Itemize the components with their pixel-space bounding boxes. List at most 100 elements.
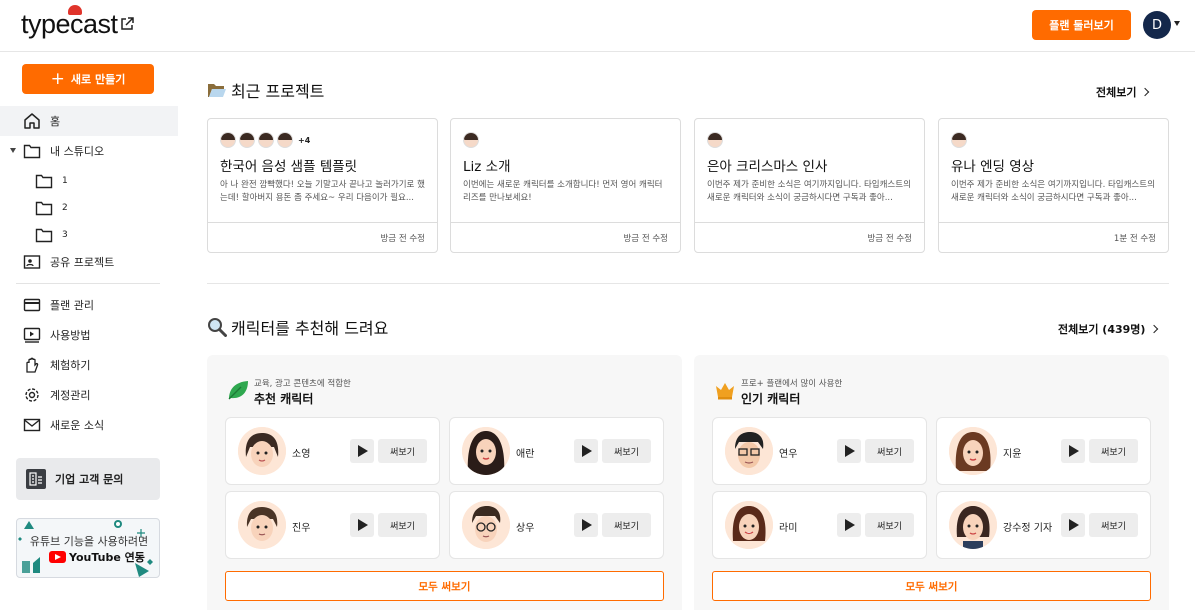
sidebar-item-account[interactable]: 계정관리 bbox=[0, 380, 178, 410]
character-card[interactable]: 연우 써보기 bbox=[712, 417, 927, 485]
project-title: 유나 엔딩 영상 bbox=[951, 159, 1035, 175]
project-card[interactable]: Liz 소개 이번에는 새로운 캐릭터를 소개합니다! 먼저 영어 캐릭터 리즈… bbox=[450, 118, 681, 253]
project-description: 이번에는 새로운 캐릭터를 소개합니다! 먼저 영어 캐릭터 리즈를 만나보세요… bbox=[463, 180, 663, 203]
project-title: Liz 소개 bbox=[463, 159, 511, 175]
character-view-all-link[interactable]: 전체보기 (439명) bbox=[1058, 321, 1159, 337]
character-name: 연우 bbox=[779, 449, 798, 460]
project-card[interactable]: +4 한국어 음성 샘플 템플릿 아 나 완전 깜빡했다! 오늘 기말고사 끝나… bbox=[207, 118, 438, 253]
sidebar-item-shared[interactable]: 공유 프로젝트 bbox=[0, 247, 178, 277]
try-character-button[interactable]: 써보기 bbox=[865, 439, 914, 463]
project-card-footer: 방금 전 수정 bbox=[451, 222, 680, 253]
typecast-logo[interactable]: typecast bbox=[21, 5, 118, 40]
panel-title: 추천 캐릭터 bbox=[254, 392, 314, 406]
panel-title: 인기 캐릭터 bbox=[741, 392, 801, 406]
plan-explore-button[interactable]: 플랜 둘러보기 bbox=[1032, 10, 1131, 40]
project-card[interactable]: 유나 엔딩 영상 이번주 제가 준비한 소식은 여기까지입니다. 타입캐스트의 … bbox=[938, 118, 1169, 253]
try-character-button[interactable]: 써보기 bbox=[378, 513, 427, 537]
magnifier-icon bbox=[208, 318, 227, 337]
play-preview-button[interactable] bbox=[350, 513, 374, 537]
character-card[interactable]: 상우 써보기 bbox=[449, 491, 664, 559]
recent-title-text: 최근 프로젝트 bbox=[231, 82, 325, 101]
sidebar-item-label: 홈 bbox=[50, 115, 61, 128]
character-card[interactable]: 진우 써보기 bbox=[225, 491, 440, 559]
project-title: 은아 크리스마스 인사 bbox=[707, 159, 828, 175]
character-face-icon bbox=[463, 132, 479, 148]
play-preview-button[interactable] bbox=[574, 513, 598, 537]
try-character-button[interactable]: 써보기 bbox=[1089, 513, 1138, 537]
youtube-connect-row: YouTube 연동 bbox=[49, 549, 145, 565]
character-avatar-icon bbox=[949, 501, 997, 549]
play-preview-button[interactable] bbox=[837, 513, 861, 537]
try-character-button[interactable]: 써보기 bbox=[1089, 439, 1138, 463]
character-card[interactable]: 애란 써보기 bbox=[449, 417, 664, 485]
character-face-icon bbox=[277, 132, 293, 148]
character-avatar-icon bbox=[725, 427, 773, 475]
try-character-button[interactable]: 써보기 bbox=[865, 513, 914, 537]
character-card[interactable]: 소영 써보기 bbox=[225, 417, 440, 485]
project-card-footer: 방금 전 수정 bbox=[695, 222, 924, 253]
project-card[interactable]: 은아 크리스마스 인사 이번주 제가 준비한 소식은 여기까지입니다. 타입캐스… bbox=[694, 118, 925, 253]
try-all-popular-button[interactable]: 모두 써보기 bbox=[712, 571, 1151, 601]
avatar-caret-icon[interactable] bbox=[1174, 21, 1180, 26]
leaf-icon bbox=[228, 381, 248, 400]
youtube-connect-label: YouTube 연동 bbox=[69, 551, 145, 564]
character-faces bbox=[707, 132, 723, 148]
caret-down-icon[interactable] bbox=[10, 148, 16, 153]
character-card[interactable]: 지윤 써보기 bbox=[936, 417, 1151, 485]
sidebar-item-home[interactable]: 홈 bbox=[0, 106, 178, 136]
top-header: typecast 플랜 둘러보기 D bbox=[0, 0, 1195, 52]
sidebar-folder-1[interactable]: 1 bbox=[0, 166, 178, 196]
sidebar-item-label: 내 스튜디오 bbox=[50, 145, 105, 158]
character-faces bbox=[951, 132, 967, 148]
user-avatar[interactable]: D bbox=[1143, 11, 1171, 39]
external-link-icon[interactable] bbox=[120, 17, 134, 31]
sidebar-item-howto[interactable]: 사용방법 bbox=[0, 320, 178, 350]
recent-view-all-link[interactable]: 전체보기 bbox=[1096, 84, 1150, 100]
sidebar-item-trial[interactable]: 체험하기 bbox=[0, 350, 178, 380]
sidebar-item-my-studio[interactable]: 내 스튜디오 bbox=[0, 136, 178, 166]
view-all-label: 전체보기 bbox=[1096, 86, 1137, 99]
character-faces: +4 bbox=[220, 132, 310, 148]
project-modified-time: 방금 전 수정 bbox=[867, 234, 912, 244]
character-card[interactable]: 강수정 기자 써보기 bbox=[936, 491, 1151, 559]
project-card-footer: 방금 전 수정 bbox=[208, 222, 437, 253]
try-character-button[interactable]: 써보기 bbox=[602, 513, 651, 537]
project-title: 한국어 음성 샘플 템플릿 bbox=[220, 159, 358, 175]
youtube-connect-banner[interactable]: 유튜브 기능을 사용하려면 YouTube 연동 bbox=[16, 518, 160, 578]
home-icon bbox=[24, 113, 40, 129]
play-preview-button[interactable] bbox=[1061, 439, 1085, 463]
character-face-icon bbox=[239, 132, 255, 148]
sidebar-item-plan[interactable]: 플랜 관리 bbox=[0, 290, 178, 320]
youtube-banner-text: 유튜브 기능을 사용하려면 bbox=[29, 535, 149, 548]
character-card[interactable]: 라미 써보기 bbox=[712, 491, 927, 559]
section-divider bbox=[207, 283, 1169, 284]
try-all-recommended-button[interactable]: 모두 써보기 bbox=[225, 571, 664, 601]
shared-folder-icon bbox=[23, 255, 41, 269]
project-description: 이번주 제가 준비한 소식은 여기까지입니다. 타입캐스트의 새로운 캐릭터와 … bbox=[707, 180, 911, 203]
view-all-label: 전체보기 (439명) bbox=[1058, 323, 1146, 336]
character-avatar-icon bbox=[462, 501, 510, 549]
panel-tagline: 교육, 광고 콘텐츠에 적합한 bbox=[254, 379, 351, 389]
play-preview-button[interactable] bbox=[350, 439, 374, 463]
sidebar-item-news[interactable]: 새로운 소식 bbox=[0, 410, 178, 440]
sidebar-folder-3[interactable]: 3 bbox=[0, 220, 178, 250]
character-name: 지윤 bbox=[1003, 449, 1022, 460]
play-preview-button[interactable] bbox=[1061, 513, 1085, 537]
new-project-button[interactable]: + 새로 만들기 bbox=[22, 64, 154, 94]
more-characters-count: +4 bbox=[298, 135, 311, 145]
try-character-button[interactable]: 써보기 bbox=[602, 439, 651, 463]
play-preview-button[interactable] bbox=[574, 439, 598, 463]
character-face-icon bbox=[220, 132, 236, 148]
sidebar-item-label: 사용방법 bbox=[50, 329, 91, 342]
character-name: 애란 bbox=[516, 449, 535, 460]
try-character-button[interactable]: 써보기 bbox=[378, 439, 427, 463]
play-preview-button[interactable] bbox=[837, 439, 861, 463]
enterprise-inquiry-button[interactable]: 기업 고객 문의 bbox=[16, 458, 160, 500]
panel-tagline: 프로+ 플랜에서 많이 사용한 bbox=[741, 379, 843, 389]
character-avatar-icon bbox=[238, 427, 286, 475]
character-name: 라미 bbox=[779, 523, 798, 534]
folder-icon bbox=[35, 174, 53, 189]
sidebar-item-label: 새로운 소식 bbox=[50, 419, 105, 432]
sidebar-folder-2[interactable]: 2 bbox=[0, 193, 178, 223]
chevron-right-icon bbox=[1141, 87, 1150, 97]
